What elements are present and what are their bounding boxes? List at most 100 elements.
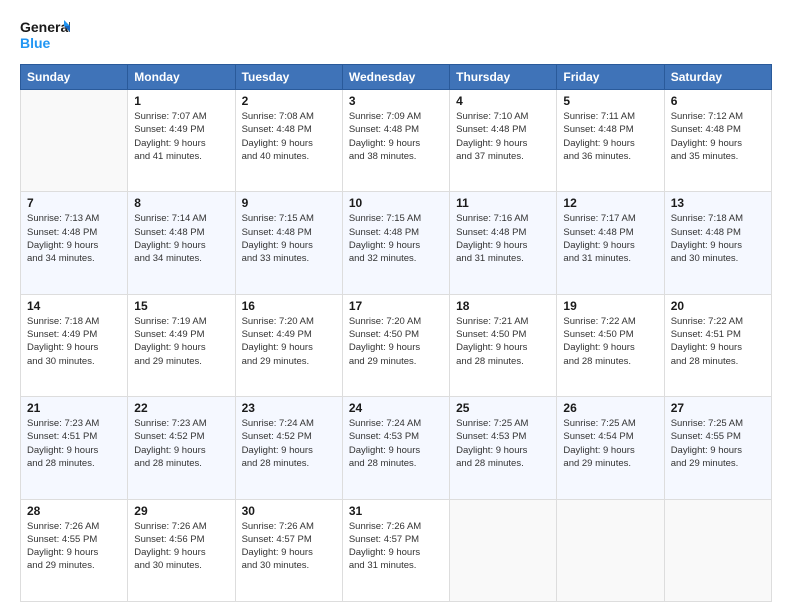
day-number: 9 — [242, 196, 336, 210]
day-info: Sunrise: 7:26 AM Sunset: 4:57 PM Dayligh… — [242, 520, 336, 573]
calendar-week-row: 21 Sunrise: 7:23 AM Sunset: 4:51 PM Dayli… — [21, 397, 772, 499]
calendar-cell: 24 Sunrise: 7:24 AM Sunset: 4:53 PM Dayli… — [342, 397, 449, 499]
day-number: 5 — [563, 94, 657, 108]
day-info: Sunrise: 7:26 AM Sunset: 4:55 PM Dayligh… — [27, 520, 121, 573]
day-info: Sunrise: 7:16 AM Sunset: 4:48 PM Dayligh… — [456, 212, 550, 265]
day-info: Sunrise: 7:11 AM Sunset: 4:48 PM Dayligh… — [563, 110, 657, 163]
day-info: Sunrise: 7:13 AM Sunset: 4:48 PM Dayligh… — [27, 212, 121, 265]
day-number: 21 — [27, 401, 121, 415]
calendar-cell: 28 Sunrise: 7:26 AM Sunset: 4:55 PM Dayli… — [21, 499, 128, 601]
day-number: 18 — [456, 299, 550, 313]
calendar-header-sunday: Sunday — [21, 65, 128, 90]
calendar-week-row: 1 Sunrise: 7:07 AM Sunset: 4:49 PM Daylig… — [21, 90, 772, 192]
calendar-cell: 18Sunrise: 7:21 AM Sunset: 4:50 PM Dayli… — [450, 294, 557, 396]
day-info: Sunrise: 7:18 AM Sunset: 4:49 PM Dayligh… — [27, 315, 121, 368]
day-info: Sunrise: 7:12 AM Sunset: 4:48 PM Dayligh… — [671, 110, 765, 163]
calendar-cell: 21 Sunrise: 7:23 AM Sunset: 4:51 PM Dayli… — [21, 397, 128, 499]
day-number: 3 — [349, 94, 443, 108]
day-info: Sunrise: 7:17 AM Sunset: 4:48 PM Dayligh… — [563, 212, 657, 265]
day-info: Sunrise: 7:15 AM Sunset: 4:48 PM Dayligh… — [349, 212, 443, 265]
day-number: 2 — [242, 94, 336, 108]
calendar-cell: 8Sunrise: 7:14 AM Sunset: 4:48 PM Daylig… — [128, 192, 235, 294]
day-number: 12 — [563, 196, 657, 210]
day-number: 7 — [27, 196, 121, 210]
calendar-cell — [557, 499, 664, 601]
calendar-cell: 1 Sunrise: 7:07 AM Sunset: 4:49 PM Daylig… — [128, 90, 235, 192]
day-number: 30 — [242, 504, 336, 518]
calendar-week-row: 14 Sunrise: 7:18 AM Sunset: 4:49 PM Dayli… — [21, 294, 772, 396]
day-number: 17 — [349, 299, 443, 313]
calendar-cell — [450, 499, 557, 601]
calendar-cell: 6 Sunrise: 7:12 AM Sunset: 4:48 PM Daylig… — [664, 90, 771, 192]
calendar-header-thursday: Thursday — [450, 65, 557, 90]
day-info: Sunrise: 7:09 AM Sunset: 4:48 PM Dayligh… — [349, 110, 443, 163]
calendar-cell: 29 Sunrise: 7:26 AM Sunset: 4:56 PM Dayli… — [128, 499, 235, 601]
day-number: 24 — [349, 401, 443, 415]
day-info: Sunrise: 7:22 AM Sunset: 4:50 PM Dayligh… — [563, 315, 657, 368]
day-number: 31 — [349, 504, 443, 518]
calendar-cell: 25 Sunrise: 7:25 AM Sunset: 4:53 PM Dayli… — [450, 397, 557, 499]
day-number: 29 — [134, 504, 228, 518]
day-number: 11 — [456, 196, 550, 210]
calendar-cell: 11 Sunrise: 7:16 AM Sunset: 4:48 PM Dayli… — [450, 192, 557, 294]
day-info: Sunrise: 7:19 AM Sunset: 4:49 PM Dayligh… — [134, 315, 228, 368]
day-number: 23 — [242, 401, 336, 415]
day-number: 15 — [134, 299, 228, 313]
day-info: Sunrise: 7:20 AM Sunset: 4:50 PM Dayligh… — [349, 315, 443, 368]
calendar-cell — [21, 90, 128, 192]
calendar-cell: 20 Sunrise: 7:22 AM Sunset: 4:51 PM Dayli… — [664, 294, 771, 396]
calendar-cell: 4 Sunrise: 7:10 AM Sunset: 4:48 PM Daylig… — [450, 90, 557, 192]
calendar-cell: 3 Sunrise: 7:09 AM Sunset: 4:48 PM Daylig… — [342, 90, 449, 192]
day-info: Sunrise: 7:08 AM Sunset: 4:48 PM Dayligh… — [242, 110, 336, 163]
day-number: 6 — [671, 94, 765, 108]
day-info: Sunrise: 7:14 AM Sunset: 4:48 PM Dayligh… — [134, 212, 228, 265]
svg-text:Blue: Blue — [20, 35, 51, 51]
day-info: Sunrise: 7:24 AM Sunset: 4:52 PM Dayligh… — [242, 417, 336, 470]
calendar-cell: 13 Sunrise: 7:18 AM Sunset: 4:48 PM Dayli… — [664, 192, 771, 294]
day-number: 20 — [671, 299, 765, 313]
calendar-week-row: 28 Sunrise: 7:26 AM Sunset: 4:55 PM Dayli… — [21, 499, 772, 601]
calendar-cell: 16Sunrise: 7:20 AM Sunset: 4:49 PM Dayli… — [235, 294, 342, 396]
day-number: 28 — [27, 504, 121, 518]
day-info: Sunrise: 7:10 AM Sunset: 4:48 PM Dayligh… — [456, 110, 550, 163]
page-header: General Blue — [20, 16, 772, 56]
calendar-cell: 27 Sunrise: 7:25 AM Sunset: 4:55 PM Dayli… — [664, 397, 771, 499]
day-number: 22 — [134, 401, 228, 415]
calendar-header-tuesday: Tuesday — [235, 65, 342, 90]
calendar-cell: 12 Sunrise: 7:17 AM Sunset: 4:48 PM Dayli… — [557, 192, 664, 294]
day-number: 13 — [671, 196, 765, 210]
day-number: 14 — [27, 299, 121, 313]
day-number: 10 — [349, 196, 443, 210]
calendar-table: SundayMondayTuesdayWednesdayThursdayFrid… — [20, 64, 772, 602]
day-info: Sunrise: 7:25 AM Sunset: 4:53 PM Dayligh… — [456, 417, 550, 470]
calendar-week-row: 7 Sunrise: 7:13 AM Sunset: 4:48 PM Daylig… — [21, 192, 772, 294]
day-info: Sunrise: 7:23 AM Sunset: 4:51 PM Dayligh… — [27, 417, 121, 470]
day-number: 27 — [671, 401, 765, 415]
calendar-cell: 26 Sunrise: 7:25 AM Sunset: 4:54 PM Dayli… — [557, 397, 664, 499]
calendar-cell: 19Sunrise: 7:22 AM Sunset: 4:50 PM Dayli… — [557, 294, 664, 396]
calendar-cell: 10 Sunrise: 7:15 AM Sunset: 4:48 PM Dayli… — [342, 192, 449, 294]
calendar-cell: 7 Sunrise: 7:13 AM Sunset: 4:48 PM Daylig… — [21, 192, 128, 294]
day-info: Sunrise: 7:23 AM Sunset: 4:52 PM Dayligh… — [134, 417, 228, 470]
day-info: Sunrise: 7:22 AM Sunset: 4:51 PM Dayligh… — [671, 315, 765, 368]
day-info: Sunrise: 7:20 AM Sunset: 4:49 PM Dayligh… — [242, 315, 336, 368]
day-info: Sunrise: 7:26 AM Sunset: 4:56 PM Dayligh… — [134, 520, 228, 573]
day-info: Sunrise: 7:25 AM Sunset: 4:55 PM Dayligh… — [671, 417, 765, 470]
calendar-header-row: SundayMondayTuesdayWednesdayThursdayFrid… — [21, 65, 772, 90]
logo-svg: General Blue — [20, 16, 70, 56]
calendar-cell: 14 Sunrise: 7:18 AM Sunset: 4:49 PM Dayli… — [21, 294, 128, 396]
calendar-cell: 22 Sunrise: 7:23 AM Sunset: 4:52 PM Dayli… — [128, 397, 235, 499]
calendar-cell: 23 Sunrise: 7:24 AM Sunset: 4:52 PM Dayli… — [235, 397, 342, 499]
day-info: Sunrise: 7:25 AM Sunset: 4:54 PM Dayligh… — [563, 417, 657, 470]
day-number: 4 — [456, 94, 550, 108]
day-info: Sunrise: 7:18 AM Sunset: 4:48 PM Dayligh… — [671, 212, 765, 265]
day-number: 26 — [563, 401, 657, 415]
calendar-header-wednesday: Wednesday — [342, 65, 449, 90]
day-info: Sunrise: 7:07 AM Sunset: 4:49 PM Dayligh… — [134, 110, 228, 163]
calendar-cell: 15 Sunrise: 7:19 AM Sunset: 4:49 PM Dayli… — [128, 294, 235, 396]
day-number: 1 — [134, 94, 228, 108]
calendar-cell: 31Sunrise: 7:26 AM Sunset: 4:57 PM Dayli… — [342, 499, 449, 601]
day-info: Sunrise: 7:24 AM Sunset: 4:53 PM Dayligh… — [349, 417, 443, 470]
calendar-header-friday: Friday — [557, 65, 664, 90]
day-number: 25 — [456, 401, 550, 415]
